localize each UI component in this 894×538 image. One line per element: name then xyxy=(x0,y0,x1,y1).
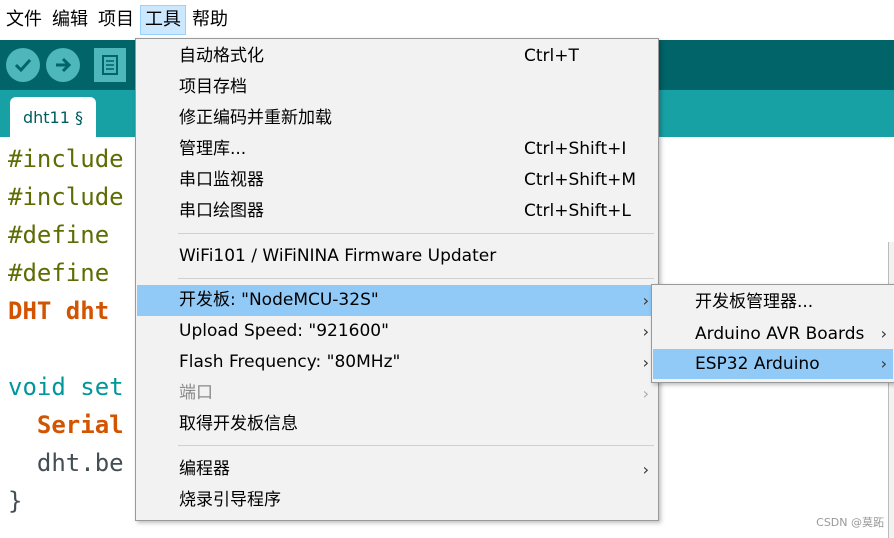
submenu-item-label: ESP32 Arduino xyxy=(695,354,820,374)
menu-help[interactable]: 帮助 xyxy=(188,5,232,35)
menu-item-shortcut: Ctrl+Shift+I xyxy=(524,139,627,159)
menu-file[interactable]: 文件 xyxy=(2,5,46,35)
menu-separator xyxy=(178,445,654,446)
menu-tools[interactable]: 工具 xyxy=(140,5,186,35)
menu-sketch[interactable]: 项目 xyxy=(94,5,138,35)
code-line: DHT dht xyxy=(8,297,110,325)
menu-bar: 文件 编辑 项目 工具 帮助 xyxy=(0,0,894,40)
menu-item-label: 端口 xyxy=(179,383,213,403)
code-line: #define xyxy=(8,259,124,287)
menu-item-label: 烧录引导程序 xyxy=(179,490,281,510)
menu-item-flash-frequency[interactable]: Flash Frequency: "80MHz" › xyxy=(137,347,657,378)
chevron-right-icon: › xyxy=(642,460,649,479)
menu-item-label: 串口监视器 xyxy=(179,170,264,190)
menu-edit[interactable]: 编辑 xyxy=(48,5,92,35)
menu-item-manage-libraries[interactable]: 管理库... Ctrl+Shift+I xyxy=(137,134,657,165)
menu-item-label: 开发板: "NodeMCU-32S" xyxy=(179,290,379,310)
menu-item-shortcut: Ctrl+Shift+M xyxy=(524,170,637,190)
chevron-right-icon: › xyxy=(642,322,649,341)
menu-item-label: 串口绘图器 xyxy=(179,201,264,221)
menu-item-label: 修正编码并重新加载 xyxy=(179,108,332,128)
document-icon xyxy=(102,55,118,75)
menu-item-label: 项目存档 xyxy=(179,77,247,97)
code-line: #include xyxy=(8,145,124,173)
menu-item-label: 编程器 xyxy=(179,459,230,479)
chevron-right-icon: › xyxy=(642,291,649,310)
menu-item-programmer[interactable]: 编程器 › xyxy=(137,454,657,485)
code-line: } xyxy=(8,487,23,515)
submenu-item-arduino-avr[interactable]: Arduino AVR Boards › xyxy=(653,319,893,349)
chevron-right-icon: › xyxy=(642,353,649,372)
upload-button[interactable] xyxy=(46,48,80,82)
menu-item-serial-monitor[interactable]: 串口监视器 Ctrl+Shift+M xyxy=(137,165,657,196)
menu-item-label: 取得开发板信息 xyxy=(179,414,298,434)
chevron-right-icon: › xyxy=(880,354,887,373)
menu-item-fix-encoding[interactable]: 修正编码并重新加载 xyxy=(137,103,657,134)
code-line: dht.be xyxy=(8,449,124,477)
menu-item-port: 端口 › xyxy=(137,378,657,409)
menu-item-label: WiFi101 / WiFiNINA Firmware Updater xyxy=(179,246,497,266)
menu-item-label: Flash Frequency: "80MHz" xyxy=(179,352,401,372)
check-icon xyxy=(14,58,32,73)
menu-item-serial-plotter[interactable]: 串口绘图器 Ctrl+Shift+L xyxy=(137,196,657,227)
menu-item-burn-bootloader[interactable]: 烧录引导程序 xyxy=(137,485,657,516)
menu-item-board-info[interactable]: 取得开发板信息 xyxy=(137,409,657,440)
submenu-item-boards-manager[interactable]: 开发板管理器... xyxy=(653,287,893,317)
new-sketch-button[interactable] xyxy=(94,48,126,82)
menu-item-upload-speed[interactable]: Upload Speed: "921600" › xyxy=(137,316,657,347)
menu-separator xyxy=(178,278,654,279)
chevron-right-icon: › xyxy=(880,324,887,343)
code-line: void set xyxy=(8,373,124,401)
menu-item-label: 自动格式化 xyxy=(179,46,264,66)
board-submenu: 开发板管理器... Arduino AVR Boards › ESP32 Ard… xyxy=(651,284,894,383)
watermark: CSDN @莫跖 xyxy=(816,516,884,529)
menu-item-label: Upload Speed: "921600" xyxy=(179,321,389,341)
menu-item-shortcut: Ctrl+T xyxy=(524,46,579,66)
arrow-right-icon xyxy=(56,57,72,73)
submenu-item-label: 开发板管理器... xyxy=(695,292,814,312)
code-line: #include xyxy=(8,183,124,211)
chevron-right-icon: › xyxy=(642,384,649,403)
menu-item-auto-format[interactable]: 自动格式化 Ctrl+T xyxy=(137,41,657,72)
menu-item-label: 管理库... xyxy=(179,139,247,159)
verify-button[interactable] xyxy=(6,48,40,82)
submenu-item-esp32[interactable]: ESP32 Arduino › xyxy=(653,349,893,379)
menu-separator xyxy=(178,233,654,234)
menu-item-archive-sketch[interactable]: 项目存档 xyxy=(137,72,657,103)
tools-menu: 自动格式化 Ctrl+T 项目存档 修正编码并重新加载 管理库... Ctrl+… xyxy=(135,38,659,521)
code-line: Serial xyxy=(8,411,124,439)
tab-dht11[interactable]: dht11 § xyxy=(10,97,96,137)
menu-item-shortcut: Ctrl+Shift+L xyxy=(524,201,631,221)
code-line: #define xyxy=(8,221,124,249)
menu-item-firmware-updater[interactable]: WiFi101 / WiFiNINA Firmware Updater xyxy=(137,241,657,272)
menu-item-board[interactable]: 开发板: "NodeMCU-32S" › xyxy=(137,285,657,316)
submenu-item-label: Arduino AVR Boards xyxy=(695,324,865,344)
